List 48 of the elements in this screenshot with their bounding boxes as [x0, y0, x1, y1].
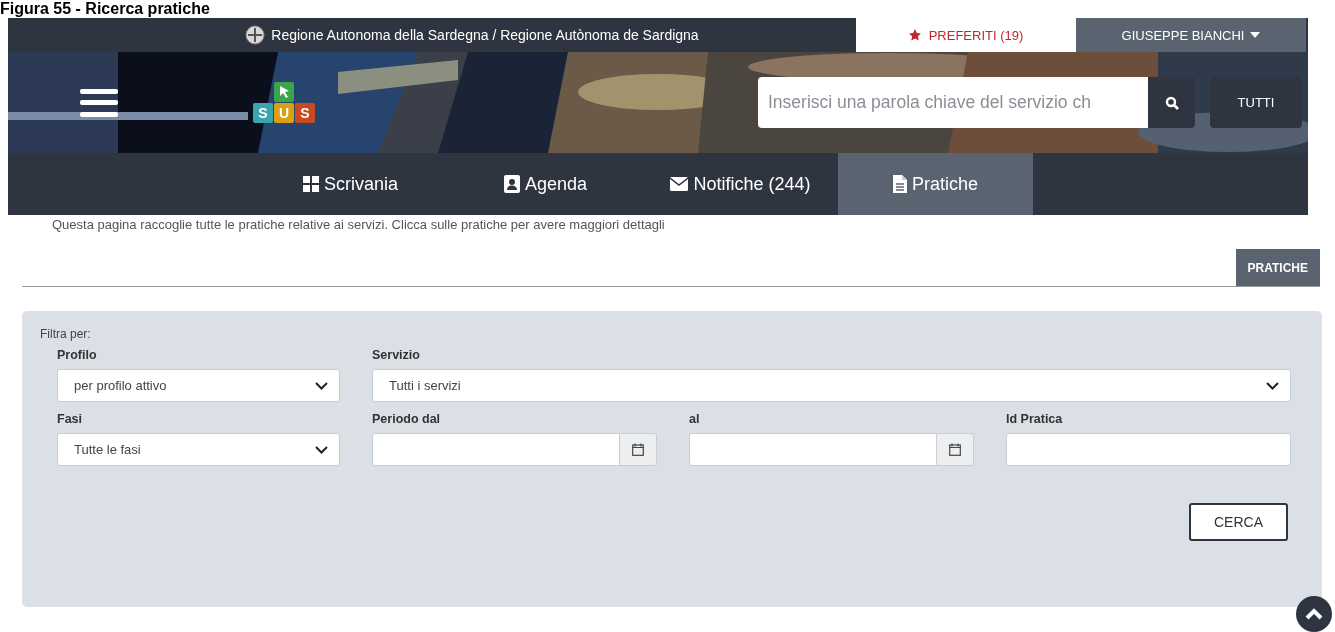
- search-icon: [1164, 95, 1179, 110]
- nav-tab[interactable]: Agenda: [448, 153, 643, 215]
- caret-icon: [1250, 32, 1261, 38]
- field-label: Servizio: [372, 348, 421, 362]
- dropdown-select[interactable]: Tutte le fasi: [57, 433, 340, 466]
- document-icon: [892, 175, 907, 193]
- dropdown-select[interactable]: Tutti i servizi: [372, 369, 1291, 402]
- calendar-button[interactable]: [937, 433, 974, 466]
- nav-tab[interactable]: Pratiche: [838, 153, 1033, 215]
- scope-button[interactable]: TUTTI: [1210, 77, 1302, 128]
- intro-text: Questa pagina raccoglie tutte le pratiche relative ai servizi. Clicca sulle pratiche per avere maggiori dettagli: [52, 217, 666, 233]
- cursor-icon: [274, 82, 294, 102]
- search-button[interactable]: CERCA: [1189, 503, 1288, 541]
- region-title: Regione Autonoma della Sardegna / Regione Autònoma de Sardigna: [271, 27, 699, 43]
- contact-card-icon: [503, 175, 520, 193]
- nav-tab[interactable]: Scrivania: [253, 153, 448, 215]
- logo-tile: U: [274, 103, 294, 123]
- search-button[interactable]: [1148, 77, 1195, 128]
- nav-tab[interactable]: Notifiche (244): [643, 153, 838, 215]
- calendar-button[interactable]: [620, 433, 657, 466]
- date-field[interactable]: [372, 433, 620, 466]
- emblem-icon: [245, 25, 266, 45]
- calendar-icon: [632, 443, 644, 456]
- field-label: Profilo: [57, 348, 98, 362]
- chevron-up-icon: [1305, 608, 1323, 620]
- grid-icon: [303, 176, 319, 192]
- menu-button[interactable]: [80, 88, 118, 117]
- date-field[interactable]: [689, 433, 937, 466]
- figure-caption: Figura 55 - Ricerca pratiche: [0, 0, 210, 18]
- calendar-icon: [949, 443, 961, 456]
- logo-tile: S: [253, 103, 273, 123]
- envelope-icon: [670, 177, 689, 191]
- filter-title: Filtra per:: [40, 327, 92, 341]
- scroll-top-button[interactable]: [1296, 596, 1332, 632]
- chevron-down-icon: [1266, 381, 1279, 390]
- input-field[interactable]: [1006, 433, 1291, 466]
- field-label: Fasi: [57, 412, 83, 426]
- field-label: Periodo dal: [372, 412, 442, 426]
- chevron-down-icon: [315, 381, 328, 390]
- dropdown-select[interactable]: per profilo attivo: [57, 369, 340, 402]
- logo-tile: S: [295, 103, 315, 123]
- user-menu[interactable]: GIUSEPPE BIANCHI: [1076, 18, 1306, 52]
- field-label: Id Pratica: [1006, 412, 1064, 426]
- chevron-down-icon: [315, 445, 328, 454]
- section-tab[interactable]: PRATICHE: [1235, 249, 1320, 286]
- star-icon: [908, 29, 921, 41]
- favorites-tab[interactable]: PREFERITI (19): [856, 18, 1076, 52]
- field-label: al: [689, 412, 701, 426]
